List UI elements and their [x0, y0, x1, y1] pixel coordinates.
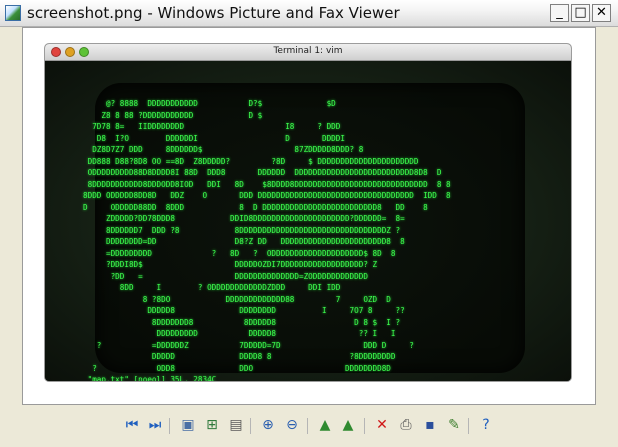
rotate-clockwise-button[interactable]: ▲: [316, 416, 334, 434]
terminal-line: 8 ?8DO DDDDDDDDDDDDD88 7 OZD D: [83, 293, 391, 304]
terminal-line: DDDDD DDDD8 8 ?8DDDDDDDD: [83, 351, 396, 361]
actual-size-button[interactable]: ⊞: [203, 416, 221, 434]
terminal-title: Terminal 1: vim: [273, 46, 343, 56]
rotate-counterclockwise-button[interactable]: ▲: [339, 416, 357, 434]
crt-monitor: @? 8888 DDDDDDDDDDD D?$ $D Z8 8 88 ?DDDD…: [45, 61, 571, 381]
terminal-line: DDDDDDDD=DD D8?Z DD DDDDDDDDDDDDDDDDDDDD…: [83, 236, 405, 246]
save-button[interactable]: ▪: [421, 416, 439, 434]
terminal-line: 8DDDDDD7 DDD ?8 8DDDDDDDDDDDDDDDDDDDDDDD…: [83, 224, 401, 235]
terminal-line: DDDDD8 DDDDDDDD I 7O7 8 ??: [83, 305, 405, 315]
displayed-screenshot: Terminal 1: vim @? 8888 DDDDDDDDDDD D?$ …: [45, 44, 571, 381]
delete-button[interactable]: ✕: [373, 416, 391, 434]
zoom-in-button[interactable]: ⊕: [259, 416, 277, 434]
edit-button[interactable]: ✎: [445, 416, 463, 434]
close-button[interactable]: ✕: [592, 4, 611, 22]
terminal-line: 8DDDDDDD8 8DDDDD8 D 8 $ I ?: [83, 316, 401, 327]
terminal-title-bar: Terminal 1: vim: [45, 44, 571, 61]
terminal-line: 8DDDDDDDDDDD8DDDODD8IOD DDI 8D $8DDDD8DD…: [83, 178, 451, 189]
terminal-line: ZDDDDD?DD78DDD8 DDID8DDDDDDDDDDDDDDDDDDD…: [83, 213, 405, 223]
picture-viewer-window: screenshot.png - Windows Picture and Fax…: [0, 0, 618, 447]
zoom-out-button[interactable]: ⊖: [283, 416, 301, 434]
best-fit-button[interactable]: ▣: [179, 416, 197, 434]
terminal-line: D ODDDDD88DD 8DDD 8 D DDDDDDDDDDDDDDDDDD…: [83, 201, 428, 212]
terminal-line: Z8 8 88 ?DDDDDDDDDDD D $: [83, 109, 263, 120]
terminal-line: 8DDD ODDDDD8DD8D DDZ O DDD DDDDDDDDDDDDD…: [83, 190, 451, 200]
print-button[interactable]: ⎙: [397, 416, 415, 434]
terminal-line: ?DDDI8D$ DDDDDOZDI7DDDDDDDDDDDDDDDDDD? Z: [83, 259, 378, 269]
minimize-button[interactable]: _: [550, 4, 569, 22]
help-button[interactable]: ?: [477, 416, 495, 434]
toolbar-separator: [169, 418, 170, 434]
maximize-button[interactable]: □: [571, 4, 590, 22]
terminal-line: DD888 D88?8D8 OO ==8D Z8DDDDD? ?8D $ DDD…: [83, 155, 419, 166]
vim-status-line: "map.txt" [noeol] 35L, 2834C: [83, 374, 217, 381]
ascii-world-map: @? 8888 DDDDDDDDDDD D?$ $D Z8 8 88 ?DDDD…: [83, 98, 451, 381]
slide-show-button[interactable]: ▤: [227, 416, 245, 434]
terminal-line: D8 I?O DDDDDDI D DDDDI: [83, 132, 345, 143]
picture-viewer-icon: [5, 5, 21, 21]
window-title: screenshot.png - Windows Picture and Fax…: [27, 4, 400, 22]
terminal-line: DDDDDDDDD DDDDD8 ?? I I: [83, 328, 396, 338]
previous-image-button[interactable]: ⏮: [123, 416, 141, 434]
viewer-toolbar: ⏮ ⏭ ▣ ⊞ ▤ ⊕ ⊖ ▲ ▲ ✕ ⎙ ▪ ✎?: [0, 410, 618, 440]
terminal-line: @? 8888 DDDDDDDDDDD D?$ $D: [83, 98, 336, 108]
title-bar[interactable]: screenshot.png - Windows Picture and Fax…: [0, 0, 618, 27]
next-image-button[interactable]: ⏭: [146, 416, 164, 434]
terminal-line: ? =DDDDDDZ 7DDDDD=7D DDD D ?: [83, 339, 414, 350]
terminal-line: ? ODD8 DDO DDDDDDDD8D: [83, 362, 391, 373]
terminal-line: ?DD = DDDDDDDDDDDDDD=ZODDDDDDDDDDDD: [83, 270, 368, 281]
terminal-line: =DDDDDDDDD ? 8D ? ODDDDDDDDDDDDDDDDDDDD$…: [83, 247, 396, 258]
terminal-line: 8DD I ? ODDDDDDDDDDDDZDDD DDI IDD: [83, 282, 341, 292]
terminal-line: 7D78 8= IIDDDDDDDD I8 ? DDD: [83, 121, 341, 131]
toolbar-separator: [307, 418, 308, 434]
toolbar-separator: [364, 418, 365, 434]
terminal-line: DZ8D7Z7 DDD 8DDDDDD$ 87ZDDDDD8DDD? 8: [83, 144, 364, 154]
terminal-line: ODDDDDDDDD88D8DDDD8I 88D DDD8 DDDDDD DDD…: [83, 167, 442, 177]
toolbar-separator: [250, 418, 251, 434]
toolbar-separator: [468, 418, 469, 434]
